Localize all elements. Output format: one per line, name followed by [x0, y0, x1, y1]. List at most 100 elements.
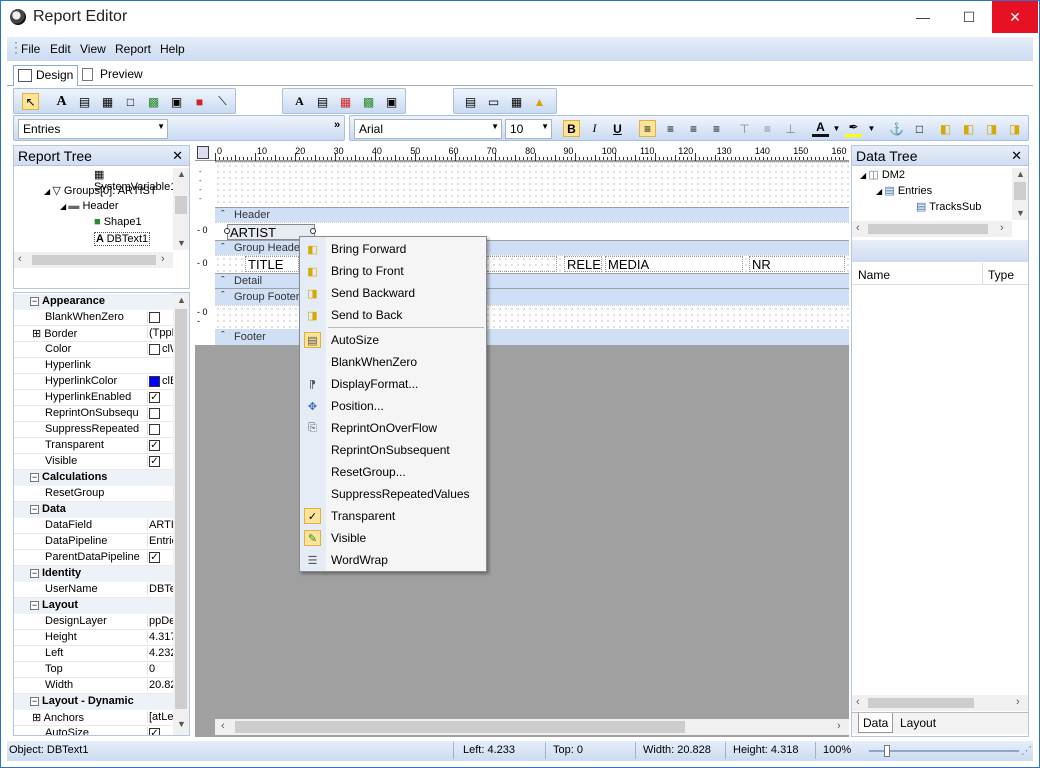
checkbox[interactable] — [149, 311, 160, 323]
context-menu-item-transparent[interactable]: ✓ Transparent — [300, 505, 486, 527]
tree-item-group[interactable]: ◢ ▽ Groups[0]: ARTIST — [44, 184, 157, 197]
border-icon[interactable]: □ — [911, 120, 928, 137]
scroll-thumb[interactable] — [868, 698, 974, 708]
dbimage-tool-icon[interactable]: ▣ — [383, 93, 400, 110]
scroll-thumb[interactable] — [175, 309, 187, 709]
data-tree-hscroll[interactable]: ‹ › — [852, 221, 1012, 237]
release-label-field[interactable]: RELE — [564, 256, 602, 272]
align-left-icon[interactable]: ≡ — [639, 120, 656, 137]
resize-handle[interactable] — [224, 228, 230, 234]
tree-item-shape[interactable]: ■ Shape1 — [94, 216, 142, 228]
chart-tool-icon[interactable]: ▲ — [531, 93, 548, 110]
property-row[interactable]: ParentDataPipeline ✓ — [14, 550, 189, 566]
collapse-icon[interactable]: − — [30, 505, 39, 514]
tree-item-entries[interactable]: ◢ ▤ Entries — [876, 184, 932, 197]
context-menu-item-visible[interactable]: ✎ Visible — [300, 527, 486, 549]
property-row[interactable]: Height 4.31799 — [14, 630, 189, 646]
property-category-calculations[interactable]: − Calculations — [14, 470, 189, 486]
collapse-icon[interactable]: − — [30, 569, 39, 578]
collapse-icon[interactable]: − — [30, 697, 39, 706]
highlight-color-icon[interactable]: ✒ — [845, 120, 862, 137]
property-category-layout-dynamic[interactable]: − Layout - Dynamic — [14, 694, 189, 710]
font-size-combo[interactable]: 10 ▼ — [505, 119, 552, 139]
anchor-icon[interactable]: ⚓ — [888, 120, 905, 137]
collapse-icon[interactable]: − — [30, 473, 39, 482]
region-tool-icon[interactable]: ▤ — [462, 93, 479, 110]
subreport-tool-icon[interactable]: ▭ — [485, 93, 502, 110]
property-category-appearance[interactable]: − Appearance — [14, 294, 189, 310]
scroll-thumb[interactable] — [235, 721, 685, 733]
property-row[interactable]: Transparent ✓ — [14, 438, 189, 454]
menu-view[interactable]: View — [80, 42, 106, 56]
context-menu-item-send-to-back[interactable]: ◨ Send to Back — [300, 304, 486, 326]
context-menu-item-displayformat[interactable]: ⁋ DisplayFormat... — [300, 373, 486, 395]
datapipeline-combo[interactable]: Entries ▼ — [18, 119, 168, 139]
font-name-combo[interactable]: Arial ▼ — [354, 119, 502, 139]
bring-forward-icon[interactable]: ◧ — [937, 120, 954, 137]
collapse-icon[interactable]: − — [30, 297, 39, 306]
property-category-layout[interactable]: − Layout — [14, 598, 189, 614]
context-menu-item-send-backward[interactable]: ◨ Send Backward — [300, 282, 486, 304]
anchor-bottom-icon[interactable]: ⊥ — [782, 120, 799, 137]
context-menu-item-reprintonoverflow[interactable]: ⎘ ReprintOnOverFlow — [300, 417, 486, 439]
property-row[interactable]: Hyperlink — [14, 358, 189, 374]
tree-item-dm2[interactable]: ◢ ◫ DM2 — [860, 168, 905, 181]
property-row[interactable]: ResetGroup — [14, 486, 189, 502]
scroll-thumb[interactable] — [32, 255, 156, 265]
column-type[interactable]: Type — [988, 268, 1014, 282]
expand-icon[interactable]: ⊞ — [32, 328, 44, 340]
text-color-icon[interactable]: A — [812, 120, 829, 137]
bold-button[interactable]: B — [563, 120, 580, 137]
align-right-icon[interactable]: ≡ — [685, 120, 702, 137]
line-tool-icon[interactable]: ⟍ — [214, 93, 231, 110]
scroll-thumb[interactable] — [1014, 182, 1026, 200]
close-icon[interactable]: ✕ — [172, 148, 183, 164]
data-tree-vscroll[interactable]: ▲ ▼ — [1012, 168, 1028, 220]
scroll-thumb[interactable] — [868, 224, 988, 234]
property-row[interactable]: HyperlinkEnabled ✓ — [14, 390, 189, 406]
select-pointer-icon[interactable]: ↖ — [22, 93, 39, 110]
property-row[interactable]: HyperlinkColorclBlu — [14, 374, 189, 390]
column-name[interactable]: Name — [858, 268, 890, 282]
checkbox[interactable]: ✓ — [149, 727, 160, 735]
nr-label-field[interactable]: NR — [749, 256, 845, 272]
close-icon[interactable]: ✕ — [1011, 148, 1022, 164]
variable-tool-icon[interactable]: ▩ — [145, 93, 162, 110]
checkbox[interactable]: ✓ — [149, 391, 160, 403]
chevron-down-icon[interactable]: ▼ — [828, 120, 845, 137]
checkbox[interactable] — [149, 407, 160, 419]
menu-edit[interactable]: Edit — [50, 42, 71, 56]
context-menu-item-reprintonsubsequent[interactable]: ReprintOnSubsequent — [300, 439, 486, 461]
property-vscroll[interactable]: ▲ ▼ — [173, 293, 189, 735]
zoom-slider[interactable] — [869, 750, 1019, 752]
property-row[interactable]: SuppressRepeated — [14, 422, 189, 438]
tree-item-trackssub[interactable]: ▤ TracksSub — [916, 200, 981, 213]
property-row[interactable]: ReprintOnSubsequ — [14, 406, 189, 422]
collapse-icon[interactable]: − — [30, 601, 39, 610]
property-row[interactable]: Visible ✓ — [14, 454, 189, 470]
property-row[interactable]: AutoSize ✓ — [14, 726, 189, 735]
dbtext-tool-icon[interactable]: A — [291, 93, 308, 110]
justify-icon[interactable]: ≡ — [708, 120, 725, 137]
context-menu-item-blankwhenzero[interactable]: BlankWhenZero — [300, 351, 486, 373]
shape-tool-icon[interactable]: ■ — [191, 93, 208, 110]
tab-data[interactable]: Data — [858, 713, 894, 733]
zoom-slider-thumb[interactable] — [884, 745, 890, 757]
context-menu-item-resetgroup[interactable]: ResetGroup... — [300, 461, 486, 483]
property-row[interactable]: Left 4.23299 — [14, 646, 189, 662]
image-tool-icon[interactable]: ▣ — [168, 93, 185, 110]
media-label-field[interactable]: MEDIA — [605, 256, 743, 272]
dbmemo-tool-icon[interactable]: ▤ — [314, 93, 331, 110]
dbcalc-tool-icon[interactable]: ▩ — [360, 93, 377, 110]
resize-handle[interactable] — [310, 228, 316, 234]
tree-item-header[interactable]: ◢ ▬ Header — [60, 200, 119, 212]
property-row[interactable]: BlankWhenZero — [14, 310, 189, 326]
context-menu-item-autosize[interactable]: ▤ AutoSize — [300, 329, 486, 351]
property-row[interactable]: Width 20.8279 — [14, 678, 189, 694]
scroll-thumb[interactable] — [175, 196, 187, 214]
property-row[interactable]: Top 0 — [14, 662, 189, 678]
tab-design[interactable]: Design — [13, 65, 79, 86]
property-row[interactable]: DesignLayer ppDesig — [14, 614, 189, 630]
richtext-tool-icon[interactable]: ▦ — [99, 93, 116, 110]
context-menu-item-bring-forward[interactable]: ◧ Bring Forward — [300, 238, 486, 260]
